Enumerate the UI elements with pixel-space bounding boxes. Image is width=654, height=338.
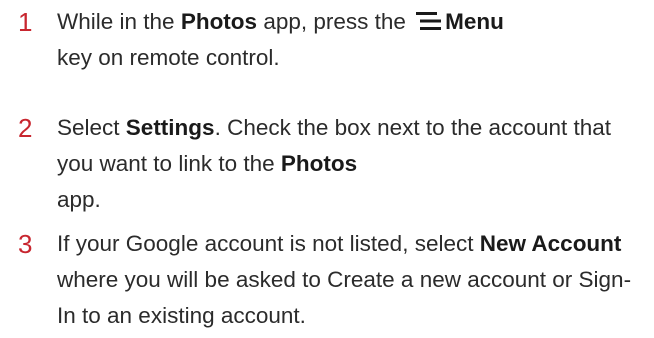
step-number: 2 — [18, 113, 33, 143]
menu-icon — [416, 11, 442, 31]
new-account-label: New Account — [479, 231, 622, 256]
step-text-fragment: where you will be asked to Create a new … — [57, 267, 632, 328]
menu-key-label: Menu — [445, 9, 504, 34]
step-text: While in the Photos app, press the Menu … — [57, 4, 647, 76]
step-text-fragment: If your Google account is not listed, se… — [57, 231, 480, 256]
settings-label: Settings — [125, 115, 215, 140]
step-text-fragment: While in the — [57, 9, 181, 34]
app-name-photos: Photos — [180, 9, 258, 34]
app-name-photos: Photos — [280, 151, 358, 176]
step-text-fragment: key on remote control. — [57, 45, 280, 70]
step-text: Select Settings. Check the box next to t… — [57, 110, 647, 218]
step-text-fragment: Select — [57, 115, 126, 140]
step-number: 1 — [18, 7, 33, 37]
step-text-fragment: app, press the — [257, 9, 413, 34]
step-text: If your Google account is not listed, se… — [57, 226, 647, 334]
step-text-fragment: app. — [57, 187, 101, 212]
step-number: 3 — [18, 229, 33, 259]
